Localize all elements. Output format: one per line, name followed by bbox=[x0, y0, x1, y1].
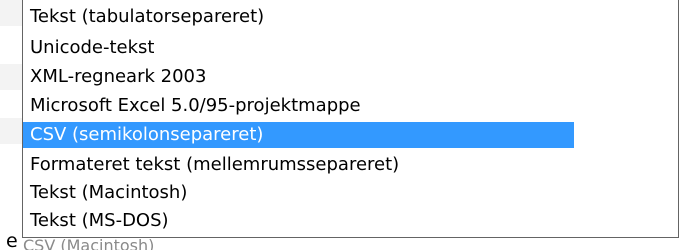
file-type-option[interactable]: Unicode-tekst bbox=[23, 35, 678, 61]
background-row bbox=[0, 118, 22, 144]
file-type-option-label: Tekst (Macintosh) bbox=[30, 182, 188, 203]
clipped-label-fragment: e bbox=[6, 230, 18, 250]
file-type-option-label: Formateret tekst (mellemrumssepareret) bbox=[30, 154, 400, 175]
file-type-option-label: CSV (semikolonsepareret) bbox=[30, 124, 264, 145]
file-type-dropdown-list[interactable]: Tekst (tabulatorseparere​t) Unicode-teks… bbox=[22, 0, 679, 238]
partially-hidden-list-item: CSV (Macintosh) bbox=[23, 236, 155, 250]
file-type-option-label: XML-regneark 2003 bbox=[30, 66, 207, 87]
background-row bbox=[0, 0, 22, 26]
file-type-option[interactable]: Formateret tekst (mellemrumssepareret) bbox=[23, 152, 678, 178]
file-type-option-selected[interactable]: CSV (semikolonsepareret) bbox=[23, 122, 574, 148]
file-type-option[interactable]: XML-regneark 2003 bbox=[23, 64, 678, 90]
save-as-type-dropdown-region: e Tekst (tabulatorseparere​t) Unicode-te… bbox=[0, 0, 680, 250]
dialog-background-sliver: e bbox=[0, 0, 22, 250]
file-type-option-label: Tekst (tabulatorseparere​t) bbox=[30, 6, 265, 27]
background-row bbox=[0, 64, 22, 90]
file-type-option[interactable]: Microsoft Excel 5.0/95-projektmappe bbox=[23, 93, 678, 119]
file-type-option-label: Microsoft Excel 5.0/95-projektmappe bbox=[30, 95, 361, 116]
file-type-option[interactable]: Tekst (Macintosh) bbox=[23, 180, 678, 206]
file-type-option-label: Unicode-tekst bbox=[30, 37, 155, 58]
file-type-option[interactable]: Tekst (MS-DOS) bbox=[23, 208, 678, 234]
file-type-option-label: Tekst (MS-DOS) bbox=[30, 210, 169, 231]
file-type-option[interactable]: Tekst (tabulatorseparere​t) bbox=[23, 4, 678, 30]
